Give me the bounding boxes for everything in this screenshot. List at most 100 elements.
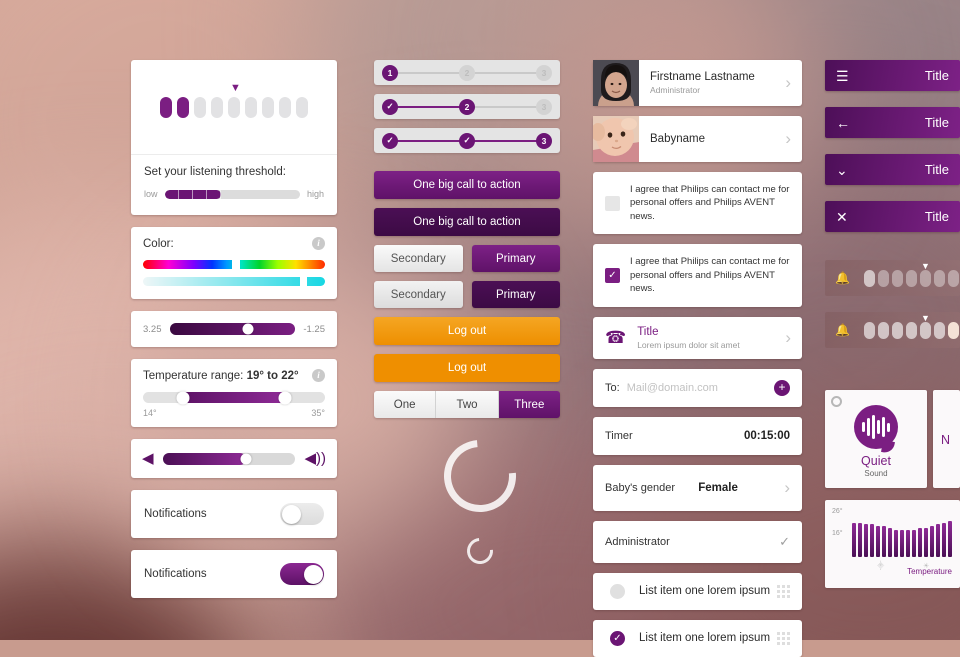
notification-level-bar[interactable]: 🔔 ▼ bbox=[825, 312, 960, 348]
info-icon[interactable]: i bbox=[312, 237, 325, 250]
stepper-dot[interactable]: ✓ bbox=[382, 132, 398, 149]
threshold-pill[interactable] bbox=[160, 96, 172, 118]
stepper[interactable]: ✓ ✓ 3 bbox=[374, 128, 560, 153]
segment-one[interactable]: One bbox=[374, 391, 437, 418]
threshold-slider[interactable] bbox=[164, 189, 300, 199]
level-dot[interactable] bbox=[877, 321, 889, 339]
threshold-pill[interactable] bbox=[279, 96, 291, 118]
level-dot[interactable] bbox=[919, 269, 931, 287]
segment-three[interactable]: Three bbox=[498, 391, 560, 418]
level-dot[interactable] bbox=[863, 321, 875, 339]
stepper-dot[interactable]: 3 bbox=[536, 132, 552, 149]
level-dot[interactable] bbox=[905, 321, 917, 339]
level-dot[interactable] bbox=[919, 321, 931, 339]
level-dot[interactable] bbox=[933, 269, 945, 287]
chevron-right-icon[interactable]: › bbox=[785, 328, 802, 348]
sound-tiles: Quiet Sound N bbox=[825, 390, 960, 488]
value-slider[interactable] bbox=[169, 323, 296, 335]
cta-button-pressed[interactable]: One big call to action bbox=[374, 208, 560, 236]
plus-circle-icon[interactable]: + bbox=[774, 379, 790, 396]
drag-handle-icon[interactable] bbox=[777, 584, 790, 598]
baby-row[interactable]: Babyname › bbox=[593, 116, 802, 162]
stepper-dot[interactable]: ✓ bbox=[459, 132, 475, 149]
stepper-dot[interactable]: 3 bbox=[536, 64, 552, 81]
temperature-title: Temperature range: bbox=[143, 369, 247, 382]
notifications-row-on[interactable]: Notifications bbox=[131, 550, 337, 598]
list-item-unselected[interactable]: List item one lorem ipsum bbox=[593, 572, 802, 610]
sound-tile-next[interactable]: N bbox=[933, 390, 960, 488]
notifications-toggle-off[interactable] bbox=[280, 503, 324, 525]
level-dot[interactable] bbox=[933, 321, 945, 339]
primary-button[interactable]: Primary bbox=[471, 245, 560, 272]
threshold-pill[interactable] bbox=[228, 96, 240, 118]
stepper-dot[interactable]: 2 bbox=[459, 98, 475, 115]
level-dot[interactable] bbox=[947, 269, 959, 287]
user-row[interactable]: Firstname Lastname Administrator › bbox=[593, 60, 802, 106]
chevron-right-icon[interactable]: › bbox=[785, 129, 802, 149]
radio-selected[interactable]: ✓ bbox=[610, 630, 625, 646]
chart-bar bbox=[852, 522, 856, 557]
saturation-slider[interactable] bbox=[143, 275, 325, 288]
level-dot[interactable] bbox=[905, 269, 917, 287]
hamburger-menu-icon[interactable]: ☰ bbox=[836, 69, 849, 83]
checkbox-unchecked[interactable] bbox=[605, 195, 620, 211]
cta-button[interactable]: One big call to action bbox=[374, 171, 560, 199]
hue-slider[interactable] bbox=[143, 258, 325, 271]
stepper[interactable]: 1 2 3 bbox=[374, 60, 560, 85]
call-row[interactable]: ☎ Title Lorem ipsum dolor sit amet › bbox=[593, 316, 802, 359]
level-dot[interactable] bbox=[877, 269, 889, 287]
stepper-dot[interactable]: ✓ bbox=[382, 98, 398, 115]
threshold-pill[interactable] bbox=[262, 96, 274, 118]
stepper-dot[interactable]: 2 bbox=[459, 64, 475, 81]
threshold-pill[interactable] bbox=[245, 96, 257, 118]
stepper-dot[interactable]: 1 bbox=[382, 64, 398, 81]
threshold-pill[interactable] bbox=[194, 96, 206, 118]
secondary-button[interactable]: Secondary bbox=[374, 245, 463, 272]
threshold-pill[interactable] bbox=[177, 96, 189, 118]
volume-low-icon[interactable]: ◀ bbox=[142, 451, 154, 466]
chevron-down-icon[interactable]: ⌄ bbox=[836, 163, 848, 177]
timer-row[interactable]: Timer 00:15:00 bbox=[593, 416, 802, 455]
level-dot[interactable] bbox=[891, 269, 903, 287]
close-x-icon[interactable]: ✕ bbox=[836, 210, 848, 224]
consent-row-checked[interactable]: ✓ I agree that Philips can contact me fo… bbox=[593, 244, 802, 307]
checkbox-checked[interactable]: ✓ bbox=[605, 268, 620, 284]
level-dot[interactable] bbox=[947, 321, 959, 339]
radio-unselected[interactable] bbox=[610, 583, 625, 599]
notifications-row-off[interactable]: Notifications bbox=[131, 490, 337, 538]
stepper[interactable]: ✓ 2 3 bbox=[374, 94, 560, 119]
volume-slider[interactable] bbox=[162, 452, 296, 465]
level-dot[interactable] bbox=[863, 269, 875, 287]
consent-row-unchecked[interactable]: I agree that Philips can contact me for … bbox=[593, 172, 802, 235]
threshold-dots[interactable]: ▼ bbox=[131, 60, 337, 155]
volume-high-icon[interactable]: ◀)) bbox=[304, 451, 326, 466]
listening-threshold-card: ▼ Set your listening threshold: low high bbox=[131, 60, 337, 215]
radio-unselected[interactable] bbox=[831, 396, 842, 407]
chevron-right-icon[interactable]: › bbox=[785, 73, 802, 93]
threshold-pill[interactable] bbox=[211, 96, 223, 118]
level-dot[interactable] bbox=[891, 321, 903, 339]
chevron-right-icon[interactable]: › bbox=[784, 478, 790, 498]
notifications-toggle-on[interactable] bbox=[280, 563, 324, 585]
segment-two[interactable]: Two bbox=[436, 391, 499, 418]
secondary-button-pressed[interactable]: Secondary bbox=[374, 281, 463, 308]
primary-button-pressed[interactable]: Primary bbox=[471, 281, 560, 308]
role-row-selected[interactable]: Administrator ✓ bbox=[593, 520, 802, 563]
stepper-dot[interactable]: 3 bbox=[536, 98, 552, 115]
logout-button-pressed[interactable]: Log out bbox=[374, 354, 560, 382]
threshold-pill[interactable] bbox=[296, 96, 308, 118]
segmented-control[interactable]: One Two Three bbox=[374, 391, 560, 418]
gender-value: Female bbox=[698, 481, 738, 494]
mail-row[interactable]: To: Mail@domain.com + bbox=[593, 368, 802, 407]
notification-level-bar[interactable]: 🔔 ▼ bbox=[825, 260, 960, 296]
gender-row[interactable]: Baby's gender Female › bbox=[593, 464, 802, 511]
drag-handle-icon[interactable] bbox=[777, 631, 790, 645]
info-icon[interactable]: i bbox=[312, 369, 325, 382]
temperature-range-slider[interactable] bbox=[143, 391, 325, 404]
mail-input[interactable]: Mail@domain.com bbox=[627, 382, 718, 394]
list-item-selected[interactable]: ✓ List item one lorem ipsum bbox=[593, 619, 802, 657]
back-arrow-icon[interactable]: ← bbox=[836, 116, 850, 130]
pill-row[interactable]: ▼ bbox=[160, 82, 308, 118]
logout-button[interactable]: Log out bbox=[374, 317, 560, 345]
sound-tile-quiet[interactable]: Quiet Sound bbox=[825, 390, 927, 488]
